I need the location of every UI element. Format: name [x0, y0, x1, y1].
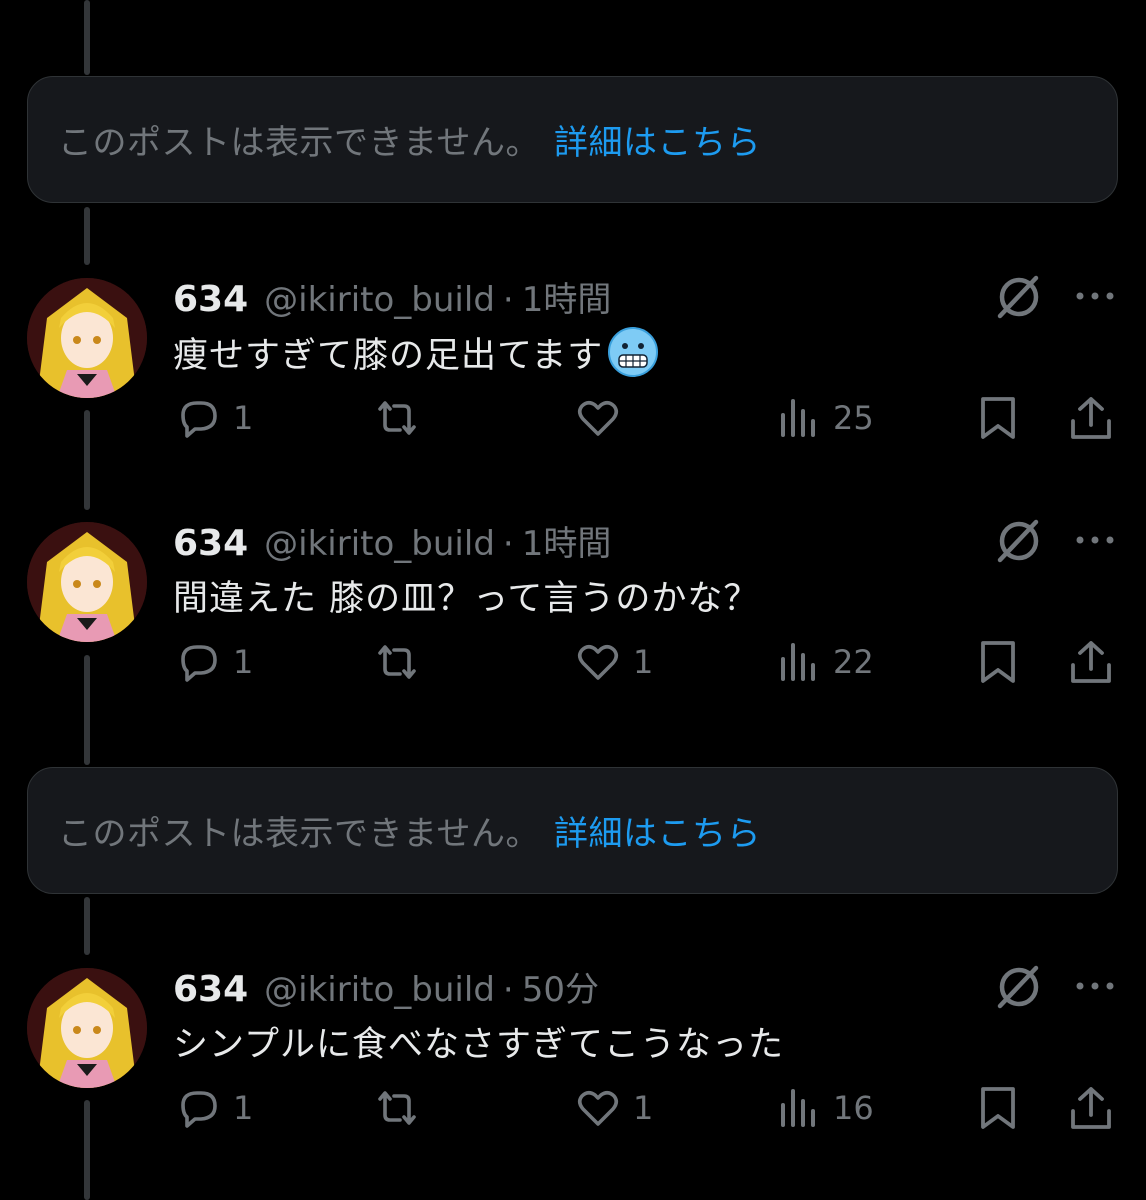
- views-count: 22: [833, 643, 874, 681]
- avatar[interactable]: [27, 522, 147, 642]
- reply-button[interactable]: 1: [175, 393, 253, 443]
- user-handle[interactable]: @ikirito_build: [264, 280, 495, 320]
- post-body: 間違えた 膝の皿？って言うのかな？: [173, 579, 760, 619]
- bookmark-icon: [981, 1087, 1015, 1129]
- repost-button[interactable]: [374, 1083, 420, 1133]
- display-name[interactable]: 634: [173, 523, 248, 564]
- heart-icon: [577, 400, 619, 436]
- like-button[interactable]: 1: [575, 1083, 653, 1133]
- views-icon: [781, 1089, 815, 1127]
- share-button[interactable]: [1068, 393, 1114, 443]
- share-icon: [1071, 397, 1111, 439]
- bookmark-icon: [981, 397, 1015, 439]
- share-icon: [1071, 1087, 1111, 1129]
- repost-button[interactable]: [374, 393, 420, 443]
- like-count: 1: [633, 643, 654, 681]
- separator-dot: ·: [502, 524, 514, 564]
- post-time[interactable]: 1時間: [522, 516, 612, 565]
- reply-icon: [181, 1091, 217, 1128]
- post-actions: 1 1 16: [0, 1083, 1146, 1133]
- reply-post[interactable]: 634 @ikirito_build · 50分 シンプルに食べなさすぎてこうな…: [0, 965, 1146, 1168]
- share-button[interactable]: [1068, 637, 1114, 687]
- hidden-post-notice: このポストは表示できません。 詳細はこちら: [27, 767, 1118, 894]
- views-button[interactable]: 25: [775, 393, 874, 443]
- learn-more-link[interactable]: 詳細はこちら: [554, 115, 761, 164]
- display-name[interactable]: 634: [173, 279, 248, 320]
- post-text: 痩せすぎて膝の足出てます: [173, 326, 659, 378]
- bookmark-button[interactable]: [975, 1083, 1021, 1133]
- reply-button[interactable]: 1: [175, 637, 253, 687]
- views-count: 16: [833, 1089, 874, 1127]
- post-header: 634 @ikirito_build · 50分: [173, 962, 599, 1010]
- views-count: 25: [833, 399, 874, 437]
- post-body: シンプルに食べなさすぎてこうなった: [173, 1025, 784, 1065]
- avatar[interactable]: [27, 278, 147, 398]
- separator-dot: ·: [502, 970, 514, 1010]
- views-icon: [781, 643, 815, 681]
- bookmark-button[interactable]: [975, 393, 1021, 443]
- grok-icon[interactable]: [994, 272, 1044, 322]
- separator-dot: ·: [502, 280, 514, 320]
- hidden-post-notice: このポストは表示できません。 詳細はこちら: [27, 76, 1118, 203]
- learn-more-link[interactable]: 詳細はこちら: [554, 806, 761, 855]
- reply-button[interactable]: 1: [175, 1083, 253, 1133]
- bookmark-button[interactable]: [975, 637, 1021, 687]
- post-header: 634 @ikirito_build · 1時間: [173, 516, 611, 564]
- post-time[interactable]: 1時間: [522, 272, 612, 321]
- thread-line: [84, 897, 90, 955]
- avatar[interactable]: [27, 968, 147, 1088]
- post-header: 634 @ikirito_build · 1時間: [173, 272, 611, 320]
- views-icon: [781, 399, 815, 437]
- reply-post[interactable]: 634 @ikirito_build · 1時間 痩せすぎて膝の足出てます 1 …: [0, 275, 1146, 478]
- repost-icon: [378, 645, 416, 679]
- more-icon[interactable]: [1070, 968, 1120, 998]
- post-actions: 1 25: [0, 393, 1146, 443]
- repost-button[interactable]: [374, 637, 420, 687]
- heart-icon: [577, 644, 619, 680]
- like-button[interactable]: 1: [575, 637, 653, 687]
- post-text: 間違えた 膝の皿？って言うのかな？: [173, 570, 759, 621]
- share-icon: [1071, 641, 1111, 683]
- reply-icon: [181, 645, 217, 682]
- like-button[interactable]: [575, 393, 621, 443]
- thread-line: [84, 0, 90, 75]
- like-count: 1: [633, 1089, 654, 1127]
- grok-icon[interactable]: [994, 516, 1044, 566]
- display-name[interactable]: 634: [173, 969, 248, 1010]
- post-text: シンプルに食べなさすぎてこうなった: [173, 1016, 784, 1067]
- post-body: 痩せすぎて膝の足出てます: [173, 335, 604, 376]
- reply-count: 1: [233, 643, 254, 681]
- user-handle[interactable]: @ikirito_build: [264, 970, 495, 1010]
- views-button[interactable]: 22: [775, 637, 874, 687]
- more-icon[interactable]: [1070, 522, 1120, 552]
- reply-count: 1: [233, 1089, 254, 1127]
- hidden-post-text: このポストは表示できません。: [58, 123, 540, 163]
- cold-face-emoji: [607, 326, 659, 378]
- reply-icon: [181, 401, 217, 438]
- thread-line: [84, 207, 90, 265]
- bookmark-icon: [981, 641, 1015, 683]
- repost-icon: [378, 401, 416, 435]
- views-button[interactable]: 16: [775, 1083, 874, 1133]
- reply-count: 1: [233, 399, 254, 437]
- reply-post[interactable]: 634 @ikirito_build · 1時間 間違えた 膝の皿？って言うのか…: [0, 519, 1146, 722]
- share-button[interactable]: [1068, 1083, 1114, 1133]
- post-time[interactable]: 50分: [522, 962, 599, 1011]
- repost-icon: [378, 1091, 416, 1125]
- heart-icon: [577, 1090, 619, 1126]
- grok-icon[interactable]: [994, 962, 1044, 1012]
- user-handle[interactable]: @ikirito_build: [264, 524, 495, 564]
- hidden-post-text: このポストは表示できません。: [58, 814, 540, 854]
- post-actions: 1 1 22: [0, 637, 1146, 687]
- more-icon[interactable]: [1070, 278, 1120, 308]
